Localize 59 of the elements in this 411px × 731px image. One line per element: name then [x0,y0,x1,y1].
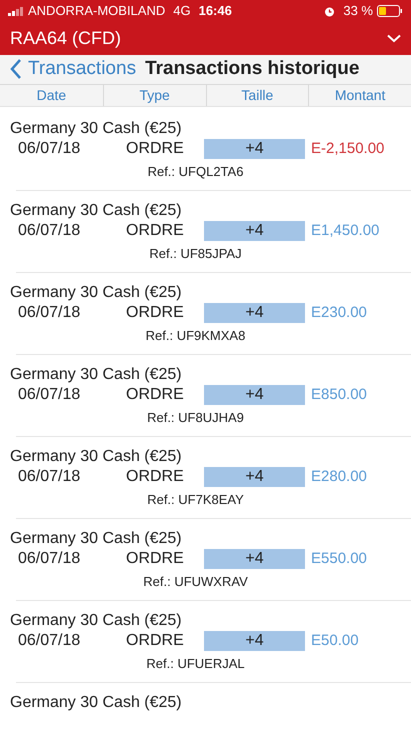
trade-amount: E50.00 [310,630,359,651]
back-chevron-icon [10,58,22,80]
instrument-name: Germany 30 Cash (€25) [9,118,183,138]
instrument-name: Germany 30 Cash (€25) [9,610,183,630]
trade-type: ORDRE [126,549,185,569]
trade-date: 06/07/18 [17,385,82,405]
page-title: Transactions historique [145,57,360,81]
battery-percent: 33 % [343,2,373,20]
clock-time: 16:46 [198,2,232,20]
trade-date: 06/07/18 [17,221,82,241]
column-header[interactable]: Taille [206,84,308,106]
back-button[interactable]: Transactions [10,55,136,84]
trade-reference: Ref.: UFUWXRAV [143,572,249,590]
trade-date: 06/07/18 [17,631,82,651]
trade-date: 06/07/18 [17,139,82,159]
trade-date: 06/07/18 [17,549,82,569]
trade-amount: E1,450.00 [310,220,380,241]
trade-type: ORDRE [126,221,185,241]
trade-type: ORDRE [126,467,185,487]
signal-icon [8,6,24,16]
carrier-name: ANDORRA-MOBILAND [28,2,166,20]
trade-size: +4 [204,631,305,651]
trade-amount: E550.00 [310,548,367,569]
trade-reference: Ref.: UFQL2TA6 [148,162,244,180]
trade-type: ORDRE [126,631,185,651]
trade-reference: Ref.: UF8UJHA9 [147,408,245,426]
trade-amount: E230.00 [310,302,367,323]
trade-type: ORDRE [126,139,185,159]
trade-size: +4 [204,467,305,487]
account-title: RAA64 (CFD) [10,27,122,50]
trade-amount: E850.00 [310,384,367,405]
trade-size: +4 [204,221,305,241]
instrument-name: Germany 30 Cash (€25) [9,446,183,466]
column-header[interactable]: Montant [308,84,411,106]
alarm-icon [324,6,336,16]
instrument-name: Germany 30 Cash (€25) [9,692,183,712]
trade-reference: Ref.: UFUERJAL [146,654,246,672]
trade-amount: E280.00 [310,466,367,487]
instrument-name: Germany 30 Cash (€25) [9,282,183,302]
network-type: 4G [173,2,191,20]
trade-amount: E-2,150.00 [310,138,384,159]
instrument-name: Germany 30 Cash (€25) [9,364,183,384]
trade-reference: Ref.: UF7K8EAY [147,490,245,508]
trade-reference: Ref.: UF85JPAJ [149,244,243,262]
instrument-name: Germany 30 Cash (€25) [9,200,183,220]
trade-type: ORDRE [126,385,185,405]
column-header[interactable]: Date [0,84,103,106]
trade-date: 06/07/18 [17,467,82,487]
trade-size: +4 [204,303,305,323]
column-header[interactable]: Type [102,84,206,106]
trade-size: +4 [204,385,305,405]
trade-reference: Ref.: UF9KMXA8 [146,326,246,344]
chevron-down-icon[interactable] [387,34,401,43]
trade-date: 06/07/18 [17,303,82,323]
trade-type: ORDRE [126,303,185,323]
trade-size: +4 [204,549,305,569]
battery-icon [377,5,403,17]
instrument-name: Germany 30 Cash (€25) [9,528,183,548]
trade-size: +4 [204,139,305,159]
